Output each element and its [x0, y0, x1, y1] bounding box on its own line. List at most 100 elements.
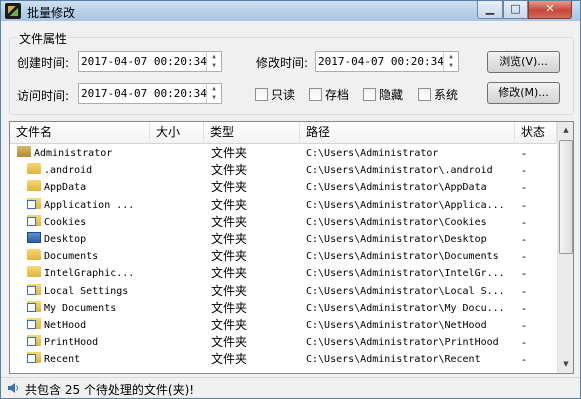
- cell-path: C:\Users\Administrator\Documents: [306, 251, 499, 263]
- cell-path: C:\Users\Administrator\NetHood: [306, 319, 487, 331]
- table-row[interactable]: My Documents 文件夹 C:\Users\Administrator\My…: [10, 300, 557, 317]
- table-row[interactable]: Administrator 文件夹 C:\Users\Administrator -: [10, 145, 557, 162]
- file-name: Cookies: [44, 216, 87, 228]
- cell-type: 文件夹: [211, 317, 248, 332]
- cell-status: -: [522, 301, 526, 315]
- hidden-checkbox[interactable]: 隐藏: [363, 86, 403, 102]
- cell-path: C:\Users\Administrator\.android: [306, 165, 493, 177]
- table-row[interactable]: Desktop 文件夹 C:\Users\Administrator\Desktop…: [10, 231, 557, 248]
- table-row[interactable]: IntelGraphic... 文件夹 C:\Users\Administrator…: [10, 265, 557, 282]
- user-folder-icon: [17, 146, 31, 157]
- readonly-label: 只读: [271, 88, 296, 102]
- scroll-thumb[interactable]: [559, 140, 573, 254]
- shortcut-folder-icon: [27, 283, 41, 295]
- browse-button[interactable]: 浏览(V)...: [487, 51, 560, 73]
- cell-name: Desktop: [17, 231, 150, 248]
- file-name: My Documents: [44, 302, 117, 314]
- cell-name: Local Settings: [17, 283, 150, 300]
- file-name: Desktop: [44, 233, 87, 245]
- cell-type: 文件夹: [211, 180, 248, 195]
- cell-status: -: [522, 232, 526, 246]
- cell-name: .android: [17, 162, 150, 179]
- modified-time-spinner[interactable]: ▲ ▼: [443, 52, 458, 71]
- cell-status: -: [522, 250, 526, 264]
- cell-name: IntelGraphic...: [17, 265, 150, 282]
- cell-status: -: [522, 198, 526, 212]
- list-rows: Administrator 文件夹 C:\Users\Administrator -.…: [10, 145, 557, 368]
- cell-path: C:\Users\Administrator: [306, 148, 439, 159]
- archive-label: 存档: [325, 88, 350, 102]
- file-name: Application ...: [44, 199, 135, 211]
- cell-type: 文件夹: [211, 249, 248, 264]
- shortcut-folder-icon: [27, 300, 41, 312]
- table-row[interactable]: Cookies 文件夹 C:\Users\Administrator\Cookies…: [10, 214, 557, 231]
- column-header-type[interactable]: 类型: [204, 122, 300, 144]
- file-name: Recent: [44, 354, 81, 366]
- created-time-spinner[interactable]: ▲ ▼: [206, 52, 221, 71]
- table-row[interactable]: Recent 文件夹 C:\Users\Administrator\Recent -: [10, 351, 557, 368]
- table-row[interactable]: NetHood 文件夹 C:\Users\Administrator\NetHood…: [10, 317, 557, 334]
- group-title: 文件属性: [17, 30, 70, 47]
- system-checkbox[interactable]: 系统: [418, 86, 458, 102]
- cell-status: -: [522, 147, 526, 160]
- cell-type: 文件夹: [211, 146, 248, 160]
- cell-name: Recent: [17, 351, 150, 368]
- accessed-time-label: 访问时间:: [17, 89, 70, 103]
- scroll-up-arrow-icon[interactable]: ▲: [558, 122, 573, 139]
- modified-time-picker[interactable]: 2017-04-07 00:20:34 ▲ ▼: [315, 51, 459, 72]
- cell-name: AppData: [17, 179, 150, 196]
- folder-icon: [27, 266, 41, 278]
- modify-button[interactable]: 修改(M)...: [487, 82, 560, 104]
- shortcut-folder-icon: [27, 317, 41, 329]
- cell-status: -: [522, 353, 526, 367]
- table-row[interactable]: PrintHood 文件夹 C:\Users\Administrator\Print…: [10, 334, 557, 351]
- speaker-icon: [8, 383, 18, 393]
- file-name: AppData: [44, 182, 87, 194]
- created-time-picker[interactable]: 2017-04-07 00:20:34 ▲ ▼: [78, 51, 222, 72]
- table-row[interactable]: Local Settings 文件夹 C:\Users\Administrator\…: [10, 283, 557, 300]
- title-bar[interactable]: 批量修改 ▁ □ ✕: [1, 1, 580, 21]
- table-row[interactable]: .android 文件夹 C:\Users\Administrator\.andro…: [10, 162, 557, 179]
- cell-path: C:\Users\Administrator\Recent: [306, 354, 481, 366]
- folder-icon: [27, 180, 41, 192]
- cell-name: PrintHood: [17, 334, 150, 351]
- cell-type: 文件夹: [211, 163, 248, 178]
- maximize-button[interactable]: □: [503, 1, 528, 19]
- cell-name: Documents: [17, 248, 150, 265]
- accessed-time-picker[interactable]: 2017-04-07 00:20:34 ▲ ▼: [78, 83, 222, 104]
- column-header-size[interactable]: 大小: [150, 122, 204, 144]
- window-title: 批量修改: [27, 6, 76, 20]
- readonly-checkbox[interactable]: 只读: [255, 86, 295, 102]
- vertical-scrollbar[interactable]: ▲ ▼: [557, 122, 573, 373]
- table-row[interactable]: AppData 文件夹 C:\Users\Administrator\AppData…: [10, 179, 557, 196]
- accessed-time-spinner[interactable]: ▲ ▼: [206, 84, 221, 103]
- file-list[interactable]: 文件名 大小 类型 路径 状态 Administrator 文件夹 C:\Users…: [9, 121, 574, 374]
- cell-status: -: [522, 267, 526, 281]
- archive-checkbox[interactable]: 存档: [309, 86, 349, 102]
- scroll-down-arrow-icon[interactable]: ▼: [558, 356, 573, 373]
- table-row[interactable]: Documents 文件夹 C:\Users\Administrator\Docum…: [10, 248, 557, 265]
- folder-icon: [27, 249, 41, 261]
- cell-path: C:\Users\Administrator\Local S...: [306, 285, 505, 297]
- modified-time-value: 2017-04-07 00:20:34: [318, 55, 444, 68]
- cell-name: Administrator: [17, 145, 150, 162]
- table-row[interactable]: Application ... 文件夹 C:\Users\Administrator…: [10, 197, 557, 214]
- batch-modify-window: 批量修改 ▁ □ ✕ 文件属性 创建时间: 2017-04-07 00:20:3…: [0, 0, 581, 399]
- column-header-status[interactable]: 状态: [515, 122, 557, 144]
- close-button[interactable]: ✕: [528, 1, 572, 19]
- status-text: 共包含 25 个待处理的文件(夹)!: [25, 383, 195, 397]
- cell-type: 文件夹: [211, 266, 248, 281]
- file-name: Local Settings: [44, 285, 129, 297]
- cell-type: 文件夹: [211, 335, 248, 350]
- folder-icon: [27, 163, 41, 175]
- cell-type: 文件夹: [211, 352, 248, 367]
- file-name: Administrator: [34, 148, 113, 159]
- desktop-icon: [27, 231, 41, 243]
- column-header-name[interactable]: 文件名: [10, 122, 150, 144]
- shortcut-folder-icon: [27, 214, 41, 226]
- file-name: .android: [44, 165, 93, 177]
- minimize-button[interactable]: ▁: [477, 1, 503, 19]
- accessed-time-value: 2017-04-07 00:20:34: [81, 87, 207, 100]
- column-header-path[interactable]: 路径: [300, 122, 515, 144]
- cell-path: C:\Users\Administrator\Cookies: [306, 216, 487, 228]
